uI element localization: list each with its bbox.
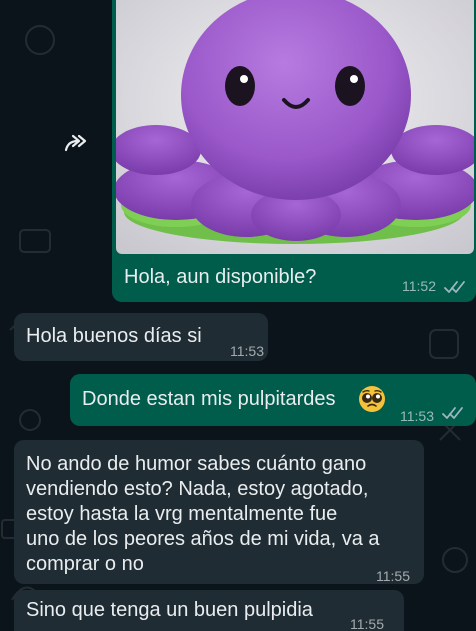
message-line: vendiendo esto? Nada, estoy agotado, [26,478,369,500]
octopus-plush-illustration [116,0,474,254]
message-time: 11:53 [400,408,434,424]
purple-octopus-plush-image[interactable] [116,0,474,254]
message-text: Sino que tenga un buen pulpidia [26,599,313,621]
pleading-face-emoji [359,386,385,412]
incoming-message[interactable]: No ando de humor sabes cuánto gano vendi… [14,440,424,584]
message-time: 11:52 [402,278,436,294]
double-check-icon [444,281,465,293]
message-text: Donde estan mis pulpitardes [82,388,336,410]
message-line: estoy hasta la vrg mentalmente fue [26,503,338,525]
message-line: No ando de humor sabes cuánto gano [26,453,367,475]
chat-window: Hola, aun disponible? 11:52 Hola buenos … [0,0,476,631]
message-time: 11:53 [230,343,264,359]
double-check-icon [442,407,463,419]
message-text: Hola buenos días si [26,325,202,347]
incoming-message[interactable]: Hola buenos días si 11:53 [14,313,268,361]
message-line: uno de los peores años de mi vida, va a [26,528,380,550]
message-time: 11:55 [350,616,384,631]
outgoing-message[interactable]: Donde estan mis pulpitardes 11:53 [70,374,476,426]
message-time: 11:55 [376,568,410,584]
message-line: comprar o no [26,553,144,575]
outgoing-image-message[interactable]: Hola, aun disponible? 11:52 [112,0,476,302]
message-text: Hola, aun disponible? [124,266,317,288]
forward-icon[interactable] [58,128,92,162]
incoming-message[interactable]: Sino que tenga un buen pulpidia 11:55 [14,590,404,631]
